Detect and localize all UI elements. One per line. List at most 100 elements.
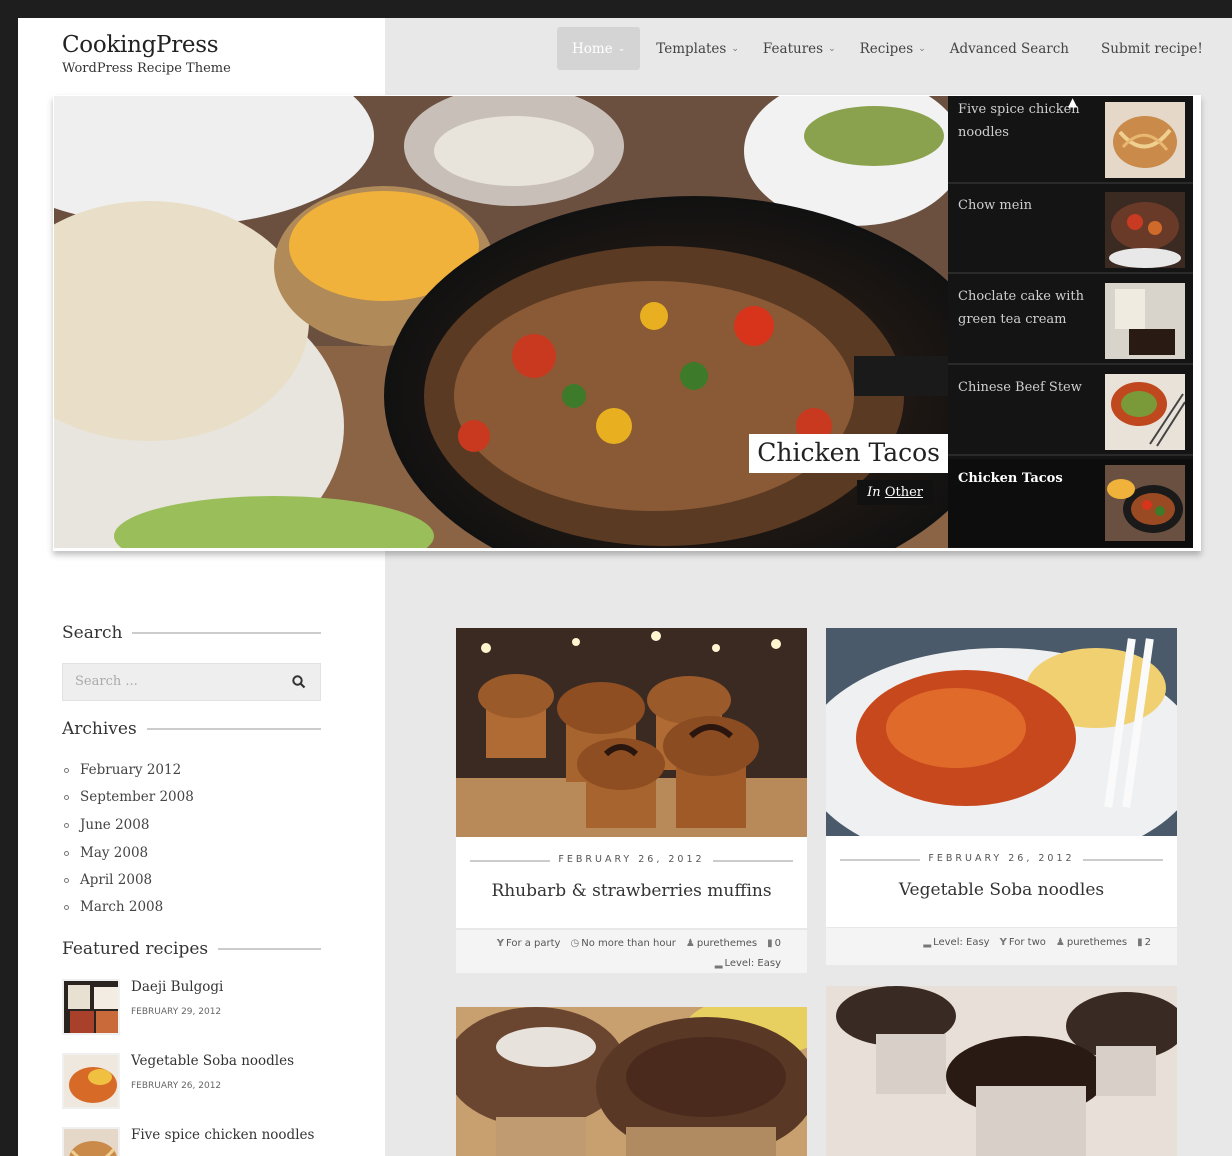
slider-thumb-active[interactable]: Chicken Tacos <box>948 459 1193 547</box>
nav-features[interactable]: Features ⌄ <box>755 27 844 70</box>
meta-row: ▂ Level: Easy Y For two ♟ purethemes ▮ 2 <box>913 937 1151 948</box>
archive-link[interactable]: June 2008 <box>64 817 149 833</box>
slider-thumb-label: Chow mein <box>958 198 1032 213</box>
signal-icon: ▂ <box>714 958 723 969</box>
nav-advanced-search-label: Advanced Search <box>949 40 1070 57</box>
slider-thumb-label: Chinese Beef Stew <box>958 380 1082 395</box>
divider <box>218 948 321 950</box>
archive-link[interactable]: March 2008 <box>64 899 163 915</box>
featured-recipe[interactable]: Daeji Bulgogi FEBRUARY 29, 2012 <box>62 979 362 1039</box>
site-tagline: WordPress Recipe Theme <box>62 61 231 76</box>
featured-widget-title-text: Featured recipes <box>62 939 209 959</box>
chevron-down-icon: ⌄ <box>918 43 926 54</box>
glass-icon: Y <box>999 937 1007 948</box>
search-input[interactable]: Search ... <box>62 663 321 701</box>
featured-recipe-thumb <box>62 1127 120 1156</box>
post-card <box>456 1007 807 1156</box>
post-image[interactable] <box>826 986 1177 1156</box>
slider-thumb-image <box>1105 374 1185 450</box>
site-title[interactable]: CookingPress <box>62 32 219 58</box>
comments-meta[interactable]: ▮ 2 <box>1137 937 1151 948</box>
chevron-down-icon: ⌄ <box>617 43 626 54</box>
bullet-icon <box>64 904 69 910</box>
slider-thumb[interactable]: Five spice chicken noodles <box>948 96 1193 184</box>
level-label: Level: Easy <box>724 958 781 969</box>
comments-meta[interactable]: ▮ 0 <box>767 938 781 949</box>
page: CookingPress WordPress Recipe Theme Home… <box>18 18 1232 1156</box>
time-meta[interactable]: ◷ No more than hour <box>570 938 675 949</box>
featured-recipe-thumb <box>62 979 120 1035</box>
author-meta[interactable]: ♟ purethemes <box>1056 937 1127 948</box>
archive-link-label: April 2008 <box>80 872 153 888</box>
chevron-down-icon: ⌄ <box>731 43 739 54</box>
nav-recipes[interactable]: Recipes ⌄ <box>852 27 934 70</box>
featured-recipe[interactable]: Five spice chicken noodles <box>62 1127 362 1156</box>
featured-widget-title: Featured recipes <box>62 939 321 959</box>
divider <box>1083 859 1163 861</box>
nav-advanced-search[interactable]: Advanced Search <box>942 27 1077 70</box>
chevron-down-icon: ⌄ <box>828 43 836 54</box>
search-icon[interactable] <box>292 675 306 689</box>
post-image[interactable] <box>456 628 807 837</box>
level-meta[interactable]: ▂ Level: Easy <box>923 937 989 948</box>
archives-widget-title: Archives <box>62 719 321 739</box>
featured-recipe-title[interactable]: Daeji Bulgogi <box>131 979 223 995</box>
serves-label: For two <box>1008 937 1046 948</box>
nav-templates[interactable]: Templates ⌄ <box>648 27 747 70</box>
slider-thumb[interactable]: Chinese Beef Stew <box>948 368 1193 456</box>
comments-count: 2 <box>1144 937 1151 948</box>
bullet-icon <box>64 850 69 856</box>
archive-link[interactable]: April 2008 <box>64 872 152 888</box>
post-card: FEBRUARY 26, 2012 Vegetable Soba noodles… <box>826 628 1177 965</box>
featured-slider: Chicken Tacos In Other Five spice chicke… <box>53 95 1201 551</box>
slider-thumb-image <box>1105 283 1185 359</box>
author-label: purethemes <box>696 938 758 949</box>
level-meta[interactable]: ▂ Level: Easy <box>715 958 781 969</box>
slider-thumb[interactable]: Choclate cake with green tea cream <box>948 277 1193 365</box>
archive-link[interactable]: May 2008 <box>64 845 148 861</box>
featured-recipe-date: FEBRUARY 26, 2012 <box>131 1081 222 1091</box>
archive-link-label: May 2008 <box>80 845 149 861</box>
comment-icon: ▮ <box>767 938 773 949</box>
slide-category-link[interactable]: Other <box>885 485 923 500</box>
archives-widget-title-text: Archives <box>62 719 137 739</box>
slide-category[interactable]: In Other <box>857 480 933 505</box>
slider-thumb-label: Chicken Tacos <box>958 471 1063 486</box>
search-placeholder: Search ... <box>75 674 138 689</box>
archive-link[interactable]: February 2012 <box>64 762 181 778</box>
bullet-icon <box>64 794 69 800</box>
slider-thumb[interactable]: Chow mein <box>948 186 1193 274</box>
featured-recipe-date: FEBRUARY 29, 2012 <box>131 1007 222 1017</box>
featured-recipe-thumb <box>62 1053 120 1109</box>
nav-features-label: Features <box>762 40 824 57</box>
scroll-up-icon[interactable]: ▲ <box>1068 95 1077 109</box>
nav-submit-recipe[interactable]: Submit recipe! <box>1093 27 1211 70</box>
archive-link-label: September 2008 <box>80 789 194 805</box>
slide-image[interactable] <box>54 96 948 548</box>
occasion-meta[interactable]: Y For a party <box>497 938 561 949</box>
post-header: FEBRUARY 26, 2012 Vegetable Soba noodles <box>826 836 1177 927</box>
user-icon: ♟ <box>685 938 695 949</box>
slider-thumb-image <box>1105 102 1185 178</box>
meta-row: Y For a party ◷ No more than hour ♟ purethe… <box>487 938 781 949</box>
post-image[interactable] <box>826 628 1177 836</box>
bullet-icon <box>64 822 69 828</box>
nav-submit-recipe-label: Submit recipe! <box>1101 40 1203 57</box>
author-meta[interactable]: ♟ purethemes <box>686 938 757 949</box>
bullet-icon <box>64 767 69 773</box>
featured-recipe-title[interactable]: Vegetable Soba noodles <box>131 1053 294 1069</box>
featured-recipe-title[interactable]: Five spice chicken noodles <box>131 1127 314 1143</box>
nav-templates-label: Templates <box>656 40 727 57</box>
featured-recipe[interactable]: Vegetable Soba noodles FEBRUARY 26, 2012 <box>62 1053 362 1113</box>
archive-link[interactable]: September 2008 <box>64 789 194 805</box>
nav-home[interactable]: Home ⌄ <box>557 27 641 70</box>
occasion-label: For a party <box>505 938 561 949</box>
slide-caption[interactable]: Chicken Tacos <box>749 434 948 473</box>
post-title[interactable]: Rhubarb & strawberries muffins <box>456 881 807 901</box>
post-header: FEBRUARY 26, 2012 Rhubarb & strawberries… <box>456 837 807 928</box>
post-image[interactable] <box>456 1007 807 1156</box>
post-title[interactable]: Vegetable Soba noodles <box>826 880 1177 900</box>
serves-meta[interactable]: Y For two <box>1000 937 1046 948</box>
slider-thumb-label: Choclate cake with green tea cream <box>958 289 1085 327</box>
slide-category-prefix: In <box>867 485 881 500</box>
